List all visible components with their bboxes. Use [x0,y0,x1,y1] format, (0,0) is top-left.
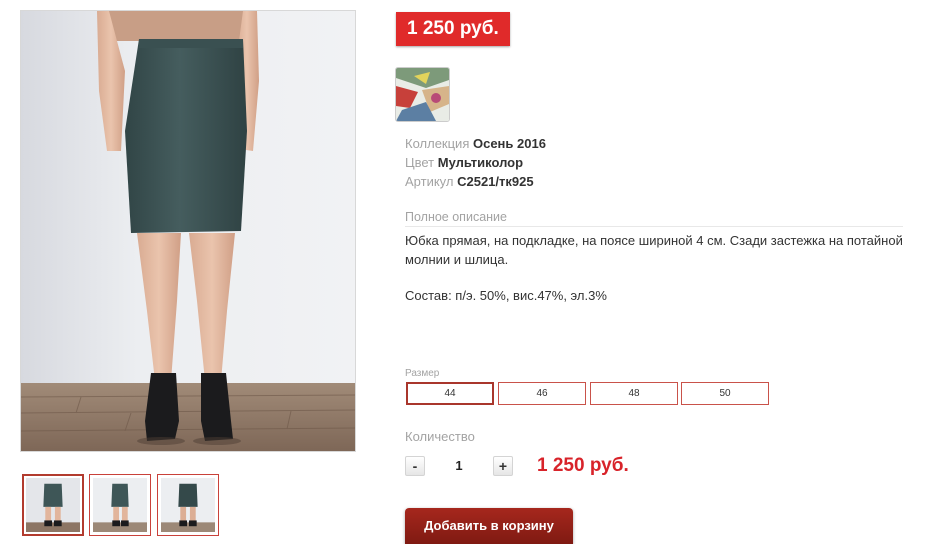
total-price: 1 250 руб. [537,455,629,476]
product-properties: Коллекция Осень 2016 Цвет Мультиколор Ар… [405,134,546,191]
composition-text: Состав: п/э. 50%, вис.47%, эл.3% [405,288,607,303]
property-label: Коллекция [405,136,470,151]
color-swatch[interactable] [395,67,450,122]
product-photo-icon [26,478,80,532]
property-label: Артикул [405,174,454,189]
property-value: Мультиколор [437,155,524,170]
product-photo-icon [93,478,147,532]
size-option-50[interactable]: 50 [681,382,769,405]
property-label: Цвет [405,155,435,170]
property-value: Осень 2016 [472,136,546,151]
property-article: Артикул C2521/тк925 [405,172,546,191]
size-option-46[interactable]: 46 [498,382,586,405]
quantity-decrease-button[interactable]: - [405,456,425,476]
gallery-thumbnail[interactable] [22,474,84,536]
product-photo-icon [161,478,215,532]
quantity-value[interactable]: 1 [442,458,476,473]
size-label: Размер [405,368,440,379]
property-collection: Коллекция Осень 2016 [405,134,546,153]
color-swatch-image-icon [396,68,449,121]
gallery-thumbnail[interactable] [89,474,151,536]
main-product-photo[interactable] [20,10,356,452]
add-to-cart-button[interactable]: Добавить в корзину [405,508,573,544]
description-text: Юбка прямая, на подкладке, на поясе шири… [405,233,903,267]
size-option-44[interactable]: 44 [406,382,494,405]
quantity-label: Количество [405,429,475,444]
price-badge: 1 250 руб. [396,12,510,46]
property-value: C2521/тк925 [457,174,534,189]
gallery-thumbnail[interactable] [157,474,219,536]
size-option-48[interactable]: 48 [590,382,678,405]
description-title: Полное описание [405,210,903,227]
quantity-increase-button[interactable]: + [493,456,513,476]
property-color: Цвет Мультиколор [405,153,546,172]
